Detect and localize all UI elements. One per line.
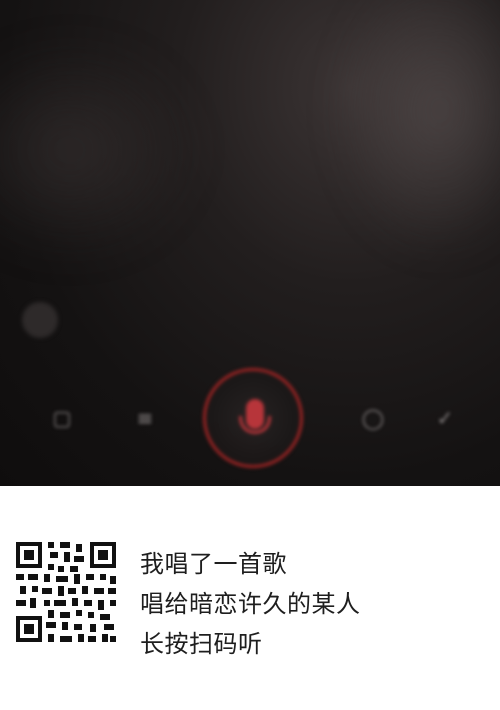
control-bars: ≡ — [118, 406, 172, 436]
bars-icon: ≡ — [136, 406, 154, 430]
microphone-stand-icon — [239, 416, 271, 434]
share-poster: ▢ ≡ ◯ ✓ 我唱了一首歌 唱给暗恋许久的某人 长按扫码听 — [0, 0, 500, 710]
share-text-line: 长按扫码听 — [140, 630, 263, 658]
share-text-line: 我唱了一首歌 — [140, 550, 287, 578]
qr-code-icon[interactable] — [14, 540, 118, 644]
record-button — [203, 368, 303, 468]
background-shadow — [0, 40, 200, 260]
chat-icon: ◯ — [361, 406, 385, 430]
share-card: 我唱了一首歌 唱给暗恋许久的某人 长按扫码听 — [0, 486, 500, 710]
blurred-lyrics-background: ▢ ≡ ◯ ✓ — [0, 0, 500, 486]
share-text-line: 唱给暗恋许久的某人 — [140, 590, 361, 618]
check-icon: ✓ — [436, 406, 454, 430]
box-icon: ▢ — [52, 406, 72, 430]
control-box: ▢ — [40, 406, 84, 436]
face-icon — [22, 302, 58, 338]
control-chat: ◯ — [348, 406, 398, 436]
control-check: ✓ — [420, 406, 470, 436]
background-highlight — [330, 0, 500, 260]
